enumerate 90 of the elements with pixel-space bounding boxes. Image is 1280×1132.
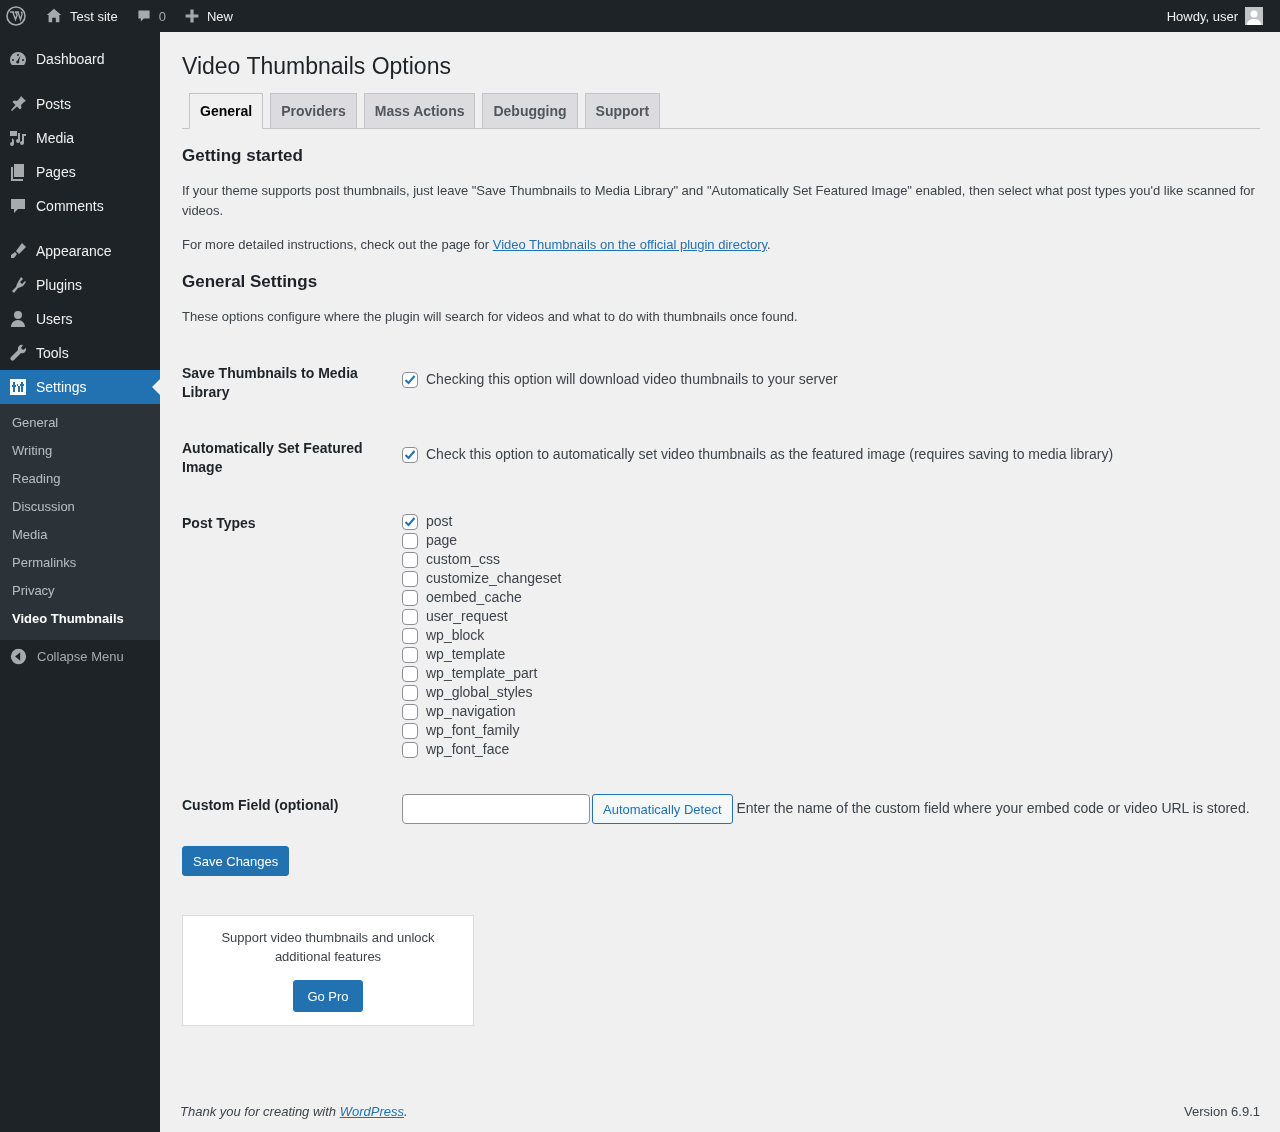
- checkbox-label: post: [426, 512, 453, 531]
- checkbox[interactable]: [402, 684, 418, 701]
- checkbox[interactable]: [402, 703, 418, 720]
- checkbox[interactable]: [402, 513, 418, 530]
- submenu-item[interactable]: General: [0, 409, 160, 437]
- checkbox[interactable]: [402, 646, 418, 663]
- checkbox-label: wp_global_styles: [426, 683, 533, 702]
- checkbox-label: page: [426, 531, 458, 550]
- menu-item[interactable]: Posts: [0, 87, 160, 121]
- field-label: Custom Field (optional): [182, 796, 340, 815]
- tab[interactable]: Mass Actions: [363, 93, 476, 129]
- checkbox[interactable]: [402, 532, 418, 549]
- submenu-item[interactable]: Discussion: [0, 493, 160, 521]
- checkbox-label: wp_navigation: [426, 702, 516, 721]
- menu-icon: [8, 241, 28, 261]
- account-link[interactable]: Howdy, user: [1157, 0, 1272, 32]
- menu-item[interactable]: Appearance: [0, 234, 160, 268]
- footer-text: Thank you for creating with WordPress.: [180, 1104, 408, 1119]
- home-icon: [45, 7, 63, 25]
- menu-item[interactable]: Users: [0, 302, 160, 336]
- field-label: Automatically Set Featured Image: [182, 439, 364, 477]
- checkbox-label: custom_css: [426, 550, 500, 569]
- checkbox-label: wp_template: [426, 645, 506, 664]
- submenu-item[interactable]: Video Thumbnails: [0, 605, 160, 633]
- submenu-item[interactable]: Reading: [0, 465, 160, 493]
- menu-icon: [8, 94, 28, 114]
- submenu-item[interactable]: Permalinks: [0, 549, 160, 577]
- save-button[interactable]: Save Changes: [182, 846, 290, 876]
- checkbox-label: wp_font_face: [426, 740, 510, 759]
- new-content-link[interactable]: New: [174, 0, 242, 32]
- field-label: Save Thumbnails to Media Library: [182, 364, 359, 402]
- submenu-item[interactable]: Privacy: [0, 577, 160, 605]
- section-heading: Getting started: [182, 145, 304, 167]
- checkbox[interactable]: [402, 665, 418, 682]
- field-label: Post Types: [182, 514, 257, 533]
- collapse-icon: [10, 648, 27, 665]
- field-description: Enter the name of the custom field where your embed code or video URL is stored.: [736, 799, 1250, 816]
- site-name-link[interactable]: Test site: [36, 0, 127, 32]
- wordpress-link[interactable]: WordPress: [339, 1104, 404, 1119]
- menu-icon: [8, 309, 28, 329]
- checkbox[interactable]: [402, 551, 418, 568]
- checkbox-label: wp_block: [426, 626, 485, 645]
- go-pro-button[interactable]: Go Pro: [293, 980, 363, 1012]
- tab[interactable]: General: [189, 93, 264, 129]
- submenu-item[interactable]: Writing: [0, 437, 160, 465]
- instructions-paragraph: For more detailed instructions, check out the page for Video Thumbnails on the official plugin directory.: [182, 236, 772, 254]
- checkbox-label: customize_changeset: [426, 569, 562, 588]
- checkbox-label: Check this option to automatically set video thumbnails as the featured image (requires saving to media library): [426, 445, 1114, 464]
- menu-icon: [8, 128, 28, 148]
- menu-item[interactable]: Pages: [0, 155, 160, 189]
- tab[interactable]: Support: [584, 93, 661, 129]
- tab[interactable]: Debugging: [482, 93, 578, 129]
- comments-link[interactable]: 0: [126, 0, 175, 32]
- menu-item[interactable]: Dashboard: [0, 42, 160, 76]
- menu-item[interactable]: Plugins: [0, 268, 160, 302]
- section-heading: General Settings: [182, 271, 319, 293]
- section-description: These options configure where the plugin will search for videos and what to do with thumbnails once found.: [182, 308, 799, 326]
- detect-button[interactable]: Automatically Detect: [592, 794, 733, 824]
- checkbox[interactable]: [402, 446, 418, 463]
- intro-paragraph: If your theme supports post thumbnails, just leave "Save Thumbnails to Media Library" and "Automatically Set Featured Image" enabled, then select what post types you'd like scanned for videos.: [182, 182, 1256, 220]
- checkbox[interactable]: [402, 627, 418, 644]
- menu-item[interactable]: Comments: [0, 189, 160, 223]
- menu-item[interactable]: Settings: [0, 370, 160, 404]
- checkbox[interactable]: [402, 589, 418, 606]
- checkbox[interactable]: [402, 722, 418, 739]
- promo-text: Support video thumbnails and unlock additional features: [220, 929, 436, 966]
- checkbox-label: wp_template_part: [426, 664, 538, 683]
- submenu-item[interactable]: Media: [0, 521, 160, 549]
- wordpress-logo-icon[interactable]: [6, 6, 26, 26]
- menu-item[interactable]: Tools: [0, 336, 160, 370]
- checkbox-label: wp_font_family: [426, 721, 520, 740]
- menu-icon: [8, 343, 28, 363]
- version-text: Version 6.9.1: [1184, 1104, 1260, 1119]
- checkbox[interactable]: [402, 608, 418, 625]
- collapse-menu-button[interactable]: Collapse Menu: [0, 640, 160, 673]
- speech-bubble-icon: [135, 8, 152, 24]
- plus-icon: [183, 8, 200, 24]
- avatar-icon: [1245, 7, 1263, 25]
- checkbox[interactable]: [402, 741, 418, 758]
- checkbox-label: oembed_cache: [426, 588, 522, 607]
- menu-icon: [8, 377, 28, 397]
- checkbox[interactable]: [402, 570, 418, 587]
- checkbox-label: Checking this option will download video thumbnails to your server: [426, 370, 838, 389]
- menu-item[interactable]: Media: [0, 121, 160, 155]
- menu-icon: [8, 196, 28, 216]
- checkbox[interactable]: [402, 371, 418, 388]
- checkbox-label: user_request: [426, 607, 508, 626]
- custom-field-input[interactable]: [402, 794, 590, 824]
- tab[interactable]: Providers: [270, 93, 357, 129]
- page-title: Video Thumbnails Options: [182, 52, 452, 81]
